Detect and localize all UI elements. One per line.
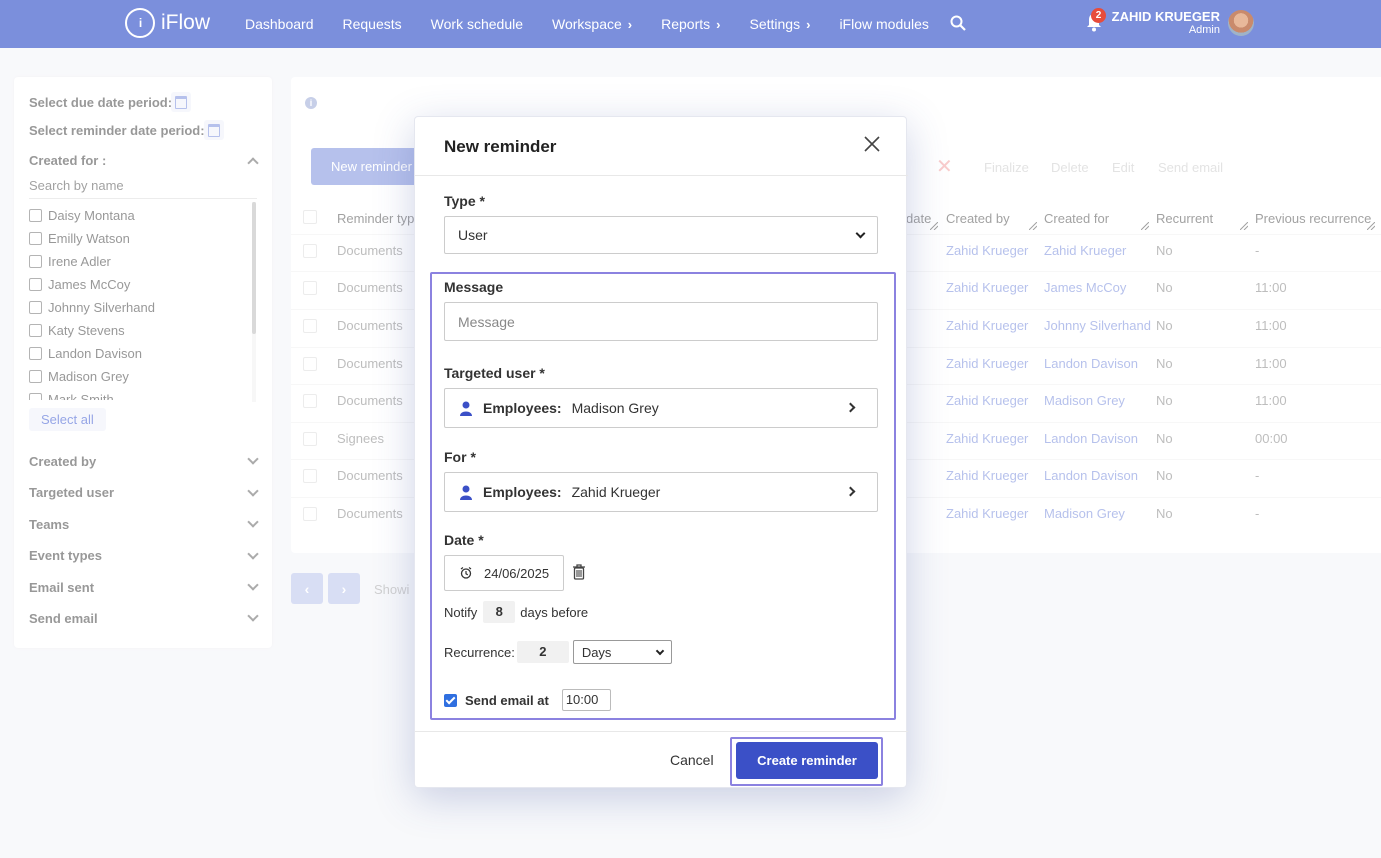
date-input[interactable]: 24/06/2025 (444, 555, 564, 591)
notify-row: Notify 8 days before (444, 601, 588, 623)
targeted-user-label: Targeted user * (444, 365, 545, 381)
new-reminder-modal: New reminder Type * User Message Message… (414, 116, 908, 788)
nav-iflow-modules[interactable]: iFlow modules (839, 16, 928, 32)
chevron-right-icon: › (716, 16, 721, 32)
targeted-user-value: Madison Grey (571, 400, 659, 416)
chevron-right-icon: › (806, 16, 811, 32)
nav-workspace[interactable]: Workspace › (552, 16, 632, 32)
user-name[interactable]: ZAHID KRUEGER (1112, 9, 1220, 24)
for-user-value: Zahid Krueger (571, 484, 661, 500)
date-label: Date * (444, 532, 484, 548)
cancel-button[interactable]: Cancel (670, 752, 714, 768)
type-select[interactable]: User (444, 216, 878, 254)
nav-settings[interactable]: Settings › (750, 16, 811, 32)
logo-text: iFlow (161, 11, 211, 34)
logo-icon: i (125, 8, 155, 38)
create-reminder-button[interactable]: Create reminder (736, 742, 878, 779)
search-icon[interactable] (950, 15, 966, 31)
send-email-checkbox[interactable] (444, 693, 457, 707)
chevron-right-icon (845, 486, 856, 497)
nav-work-schedule[interactable]: Work schedule (431, 16, 523, 32)
modal-title: New reminder (444, 137, 557, 156)
for-user-picker[interactable]: Employees: Zahid Krueger (444, 472, 878, 512)
recurrence-input[interactable]: 2 (516, 641, 569, 663)
close-icon[interactable] (863, 135, 881, 153)
type-label: Type * (444, 193, 485, 209)
type-select-value: User (458, 227, 488, 243)
divider (415, 731, 908, 732)
recurrence-unit-select[interactable]: Days (572, 640, 672, 664)
notify-days-input[interactable]: 8 (483, 601, 516, 623)
targeted-user-picker[interactable]: Employees: Madison Grey (444, 388, 878, 428)
trash-icon[interactable] (572, 564, 586, 580)
top-navbar: i iFlow Dashboard Requests Work schedule… (0, 0, 1381, 48)
nav-requests[interactable]: Requests (343, 16, 402, 32)
nav-dashboard[interactable]: Dashboard (245, 16, 314, 32)
main-nav: Dashboard Requests Work schedule Workspa… (245, 0, 958, 48)
divider (415, 175, 908, 176)
chevron-down-icon (855, 228, 866, 238)
app-logo[interactable]: i iFlow (125, 8, 210, 38)
alarm-clock-icon (460, 567, 472, 579)
chevron-right-icon (845, 402, 856, 413)
for-label: For * (444, 449, 476, 465)
user-icon (460, 485, 472, 500)
date-value: 24/06/2025 (484, 565, 550, 581)
recurrence-row: Recurrence: 2 Days (444, 640, 672, 664)
send-email-time-input[interactable]: 10:00 (561, 689, 611, 711)
send-email-row: Send email at 10:00 (444, 689, 611, 711)
user-role: Admin (1188, 24, 1220, 36)
user-icon (460, 401, 472, 416)
chevron-right-icon: › (627, 16, 633, 32)
chevron-down-icon (655, 646, 665, 655)
message-input[interactable]: Message (444, 302, 878, 341)
notification-badge: 2 (1091, 8, 1106, 23)
message-label: Message (444, 279, 504, 295)
avatar[interactable] (1228, 10, 1254, 36)
nav-reports[interactable]: Reports › (661, 16, 720, 32)
